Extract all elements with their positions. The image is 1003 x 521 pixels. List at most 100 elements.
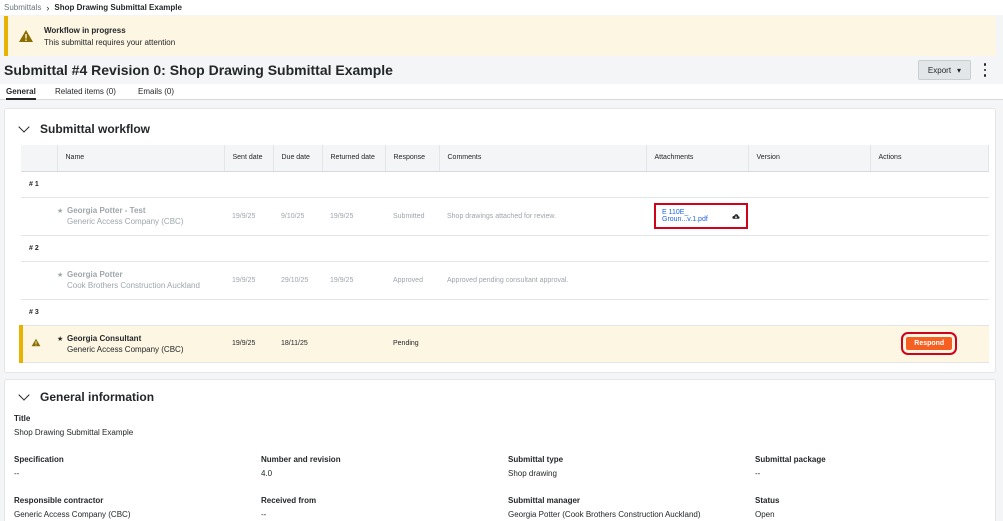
- field-value: --: [261, 510, 267, 519]
- field-value: --: [755, 469, 761, 478]
- respond-button[interactable]: Respond: [901, 332, 958, 355]
- breadcrumb-submittals[interactable]: Submittals: [4, 3, 41, 12]
- comment: Shop drawings attached for review.: [439, 197, 646, 236]
- status-cell: [21, 261, 57, 300]
- banner-title: Workflow in progress: [44, 25, 126, 35]
- title-label: Title: [14, 414, 31, 423]
- due-date: 29/10/25: [273, 261, 322, 300]
- col-response: Response: [385, 145, 440, 172]
- col-version: Version: [748, 145, 871, 172]
- field-label: Submittal manager: [508, 496, 581, 505]
- workflow-table: Name Sent date Due date Returned date Re…: [19, 145, 989, 363]
- chevron-down-icon: [18, 389, 30, 401]
- reviewer-company: Generic Access Company (CBC): [67, 217, 184, 226]
- caret-down-icon: ▾: [957, 65, 962, 75]
- star-icon: ★: [57, 335, 64, 343]
- attachment-cell: [646, 261, 748, 300]
- response: Submitted: [385, 197, 439, 236]
- name-cell: ★ Georgia Potter - Test Generic Access C…: [57, 197, 224, 236]
- field-value: Open: [755, 510, 775, 519]
- tab-emails[interactable]: Emails (0): [138, 87, 174, 96]
- more-options-icon[interactable]: [980, 62, 990, 78]
- response: Approved: [385, 261, 439, 300]
- version: [748, 261, 870, 300]
- returned-date: 19/9/25: [322, 261, 385, 300]
- col-comments: Comments: [439, 145, 647, 172]
- attachment-cell: E 110E_ Groun...v.1.pdf: [646, 197, 748, 236]
- reviewer-company: Generic Access Company (CBC): [67, 344, 184, 354]
- title-value: Shop Drawing Submittal Example: [14, 428, 134, 437]
- col-name: Name: [57, 145, 225, 172]
- table-row-active: ★ Georgia Consultant Generic Access Comp…: [19, 325, 989, 363]
- field-label: Specification: [14, 455, 64, 464]
- group-label: # 3: [21, 299, 989, 326]
- returned-date: 19/9/25: [322, 197, 385, 236]
- due-date: 18/11/25: [273, 325, 322, 363]
- col-sent-date: Sent date: [224, 145, 274, 172]
- field-value: Generic Access Company (CBC): [14, 510, 131, 519]
- attachment-filename: E 110E_ Groun...v.1.pdf: [662, 209, 708, 223]
- reviewer-name: Georgia Consultant: [67, 333, 142, 343]
- breadcrumb-current: Shop Drawing Submittal Example: [54, 3, 182, 12]
- field-value: 4.0: [261, 469, 273, 478]
- workflow-heading[interactable]: Submittal workflow: [18, 121, 151, 136]
- field-label: Submittal type: [508, 455, 564, 464]
- col-status: [21, 145, 58, 172]
- warning-icon: [31, 338, 41, 347]
- export-button[interactable]: Export ▾: [918, 60, 971, 80]
- name-cell: ★ Georgia Potter Cook Brothers Construct…: [57, 261, 224, 300]
- col-due-date: Due date: [273, 145, 323, 172]
- chevron-right-icon: ›: [46, 2, 50, 13]
- field-label: Status: [755, 496, 780, 505]
- tab-general[interactable]: General: [6, 87, 36, 100]
- field-label: Submittal package: [755, 455, 826, 464]
- general-heading[interactable]: General information: [18, 389, 155, 404]
- star-icon: ★: [57, 272, 64, 279]
- reviewer-name: Georgia Potter - Test: [67, 206, 146, 215]
- name-cell: ★ Georgia Consultant Generic Access Comp…: [57, 325, 224, 363]
- cloud-download-icon[interactable]: [732, 213, 740, 220]
- sent-date: 19/9/25: [224, 197, 273, 236]
- group-label: # 1: [21, 171, 989, 198]
- banner-subtitle: This submittal requires your attention: [44, 37, 176, 47]
- response: Pending: [385, 325, 439, 363]
- sent-date: 19/9/25: [224, 261, 273, 300]
- status-cell: [21, 197, 57, 236]
- col-actions: Actions: [870, 145, 989, 172]
- submittal-workflow-card: Submittal workflow Name Sent date Due da…: [4, 108, 996, 373]
- group-row: # 1: [21, 171, 989, 198]
- warning-icon: [8, 29, 44, 43]
- star-icon: ★: [57, 208, 64, 215]
- actions: [870, 261, 989, 300]
- general-heading-label: General information: [40, 390, 155, 404]
- group-row: # 3: [21, 299, 989, 326]
- reviewer-name: Georgia Potter: [67, 270, 123, 279]
- col-returned-date: Returned date: [322, 145, 386, 172]
- actions: [870, 197, 989, 236]
- field-value: Georgia Potter (Cook Brothers Constructi…: [508, 510, 701, 519]
- page-title: Submittal #4 Revision 0: Shop Drawing Su…: [4, 62, 393, 78]
- returned-date: [322, 325, 385, 363]
- field-value: Shop drawing: [508, 469, 557, 478]
- group-row: # 2: [21, 235, 989, 262]
- table-row: ★ Georgia Potter Cook Brothers Construct…: [21, 261, 989, 300]
- field-value: --: [14, 469, 20, 478]
- status-cell: [19, 325, 57, 363]
- comment: Approved pending consultant approval.: [439, 261, 646, 300]
- table-row: ★ Georgia Potter - Test Generic Access C…: [21, 197, 989, 236]
- attachment-link[interactable]: E 110E_ Groun...v.1.pdf: [654, 203, 748, 229]
- due-date: 9/10/25: [273, 197, 322, 236]
- tab-related-items[interactable]: Related items (0): [55, 87, 116, 96]
- chevron-down-icon: [18, 121, 30, 133]
- general-information-card: General information Title Shop Drawing S…: [4, 379, 996, 521]
- field-label: Received from: [261, 496, 317, 505]
- workflow-heading-label: Submittal workflow: [40, 122, 151, 136]
- comment: [439, 325, 646, 363]
- export-label: Export: [927, 65, 952, 75]
- field-label: Responsible contractor: [14, 496, 104, 505]
- table-header: Name Sent date Due date Returned date Re…: [21, 145, 989, 172]
- actions: Respond: [870, 325, 989, 363]
- version: [748, 325, 870, 363]
- workflow-banner: Workflow in progress This submittal requ…: [4, 16, 996, 56]
- breadcrumb: Submittals › Shop Drawing Submittal Exam…: [0, 0, 1003, 15]
